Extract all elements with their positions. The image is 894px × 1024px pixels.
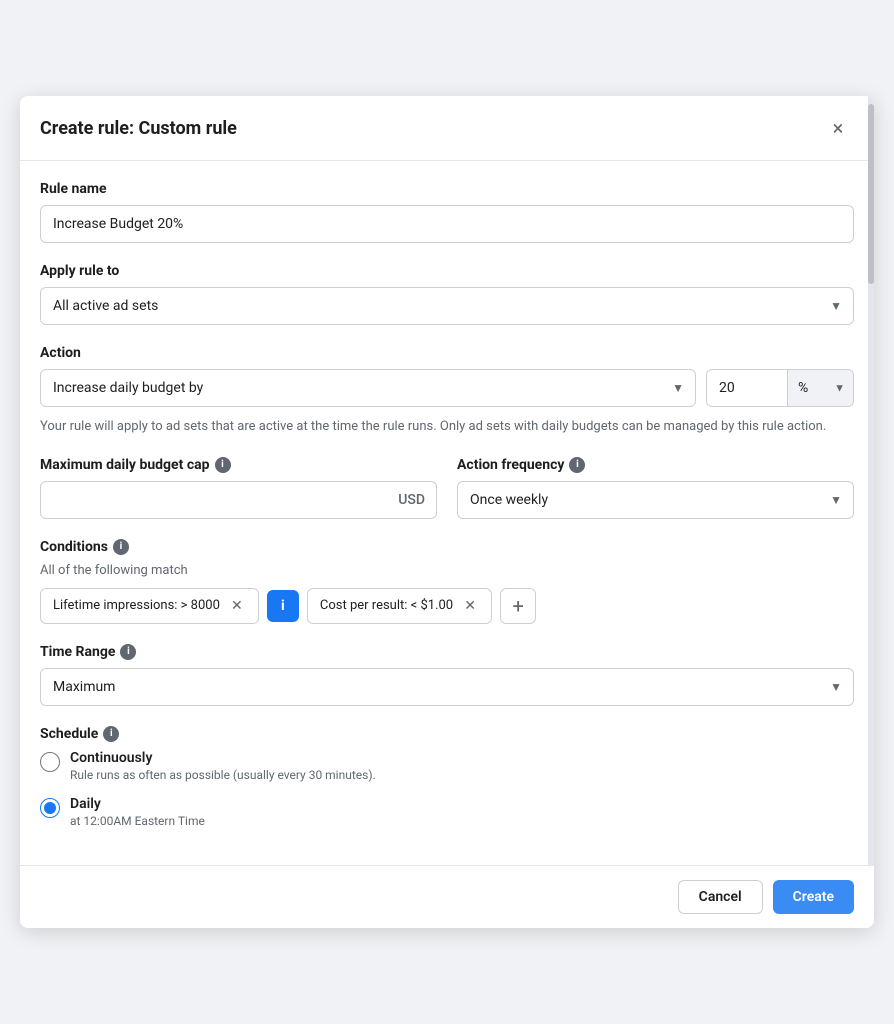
scrollbar-track: [868, 96, 874, 928]
modal-container: Create rule: Custom rule × Rule name App…: [20, 96, 874, 928]
modal-header: Create rule: Custom rule ×: [20, 96, 874, 161]
apply-rule-section: Apply rule to All active ad sets All act…: [40, 263, 854, 325]
action-type-select[interactable]: Increase daily budget by Decrease daily …: [40, 369, 696, 407]
condition-2-text: Cost per result: < $1.00: [320, 598, 453, 613]
modal-body: Rule name Apply rule to All active ad se…: [20, 161, 874, 928]
schedule-continuously-title: Continuously: [70, 750, 376, 766]
schedule-section: Schedule i Continuously Rule runs as oft…: [40, 726, 854, 828]
apply-rule-select-wrapper: All active ad sets All active campaigns …: [40, 287, 854, 325]
currency-label: USD: [398, 492, 425, 508]
action-type-wrapper: Increase daily budget by Decrease daily …: [40, 369, 696, 407]
action-info-text: Your rule will apply to ad sets that are…: [40, 417, 854, 437]
apply-rule-label: Apply rule to: [40, 263, 854, 279]
schedule-continuously-label: Continuously Rule runs as often as possi…: [70, 750, 376, 782]
rule-name-label: Rule name: [40, 181, 854, 197]
schedule-daily-subtitle: at 12:00AM Eastern Time: [70, 814, 205, 828]
conditions-subtitle: All of the following match: [40, 563, 854, 578]
schedule-daily-label: Daily at 12:00AM Eastern Time: [70, 796, 205, 828]
create-button[interactable]: Create: [773, 880, 854, 914]
conditions-info-icon[interactable]: i: [113, 539, 129, 555]
schedule-daily-option[interactable]: Daily at 12:00AM Eastern Time: [40, 796, 854, 828]
budget-cap-input-wrapper: USD: [40, 481, 437, 519]
condition-2-pill: Cost per result: < $1.00 ✕: [307, 588, 492, 624]
schedule-options: Continuously Rule runs as often as possi…: [40, 750, 854, 828]
action-unit-wrapper: % USD ▼: [787, 370, 853, 406]
budget-cap-info-icon[interactable]: i: [215, 457, 231, 473]
apply-rule-select[interactable]: All active ad sets All active campaigns …: [40, 287, 854, 325]
condition-1-text: Lifetime impressions: > 8000: [53, 598, 220, 613]
cancel-button[interactable]: Cancel: [678, 880, 763, 914]
conditions-row: Lifetime impressions: > 8000 ✕ i Cost pe…: [40, 588, 854, 624]
condition-2-remove-button[interactable]: ✕: [461, 597, 479, 615]
action-frequency-info-icon[interactable]: i: [569, 457, 585, 473]
schedule-daily-radio[interactable]: [40, 798, 60, 818]
schedule-label: Schedule i: [40, 726, 854, 742]
time-range-info-icon[interactable]: i: [120, 644, 136, 660]
action-unit-select[interactable]: % USD: [788, 370, 853, 406]
budget-cap-section: Maximum daily budget cap i USD: [40, 457, 437, 519]
add-condition-button[interactable]: +: [500, 588, 536, 624]
action-section: Action Increase daily budget by Decrease…: [40, 345, 854, 437]
scrollbar-thumb: [868, 104, 874, 284]
modal-title: Create rule: Custom rule: [40, 118, 237, 139]
action-frequency-label: Action frequency i: [457, 457, 854, 473]
action-frequency-select-wrapper: Once weekly Daily Once ▼: [457, 481, 854, 519]
action-frequency-section: Action frequency i Once weekly Daily Onc…: [457, 457, 854, 519]
condition-1-remove-button[interactable]: ✕: [228, 597, 246, 615]
action-frequency-select[interactable]: Once weekly Daily Once: [457, 481, 854, 519]
conditions-label: Conditions i: [40, 539, 854, 555]
schedule-continuously-radio[interactable]: [40, 752, 60, 772]
rule-name-input[interactable]: [40, 205, 854, 243]
schedule-continuously-subtitle: Rule runs as often as possible (usually …: [70, 768, 376, 782]
time-range-select-wrapper: Maximum Today Last 7 days Last 14 days L…: [40, 668, 854, 706]
rule-name-section: Rule name: [40, 181, 854, 243]
action-value-wrapper: % USD ▼: [706, 369, 854, 407]
time-range-label: Time Range i: [40, 644, 854, 660]
schedule-info-icon[interactable]: i: [103, 726, 119, 742]
budget-frequency-row: Maximum daily budget cap i USD Action fr…: [40, 457, 854, 519]
time-range-section: Time Range i Maximum Today Last 7 days L…: [40, 644, 854, 706]
condition-1-pill: Lifetime impressions: > 8000 ✕: [40, 588, 259, 624]
budget-cap-label: Maximum daily budget cap i: [40, 457, 437, 473]
modal-footer: Cancel Create: [20, 865, 874, 928]
conditions-section: Conditions i All of the following match …: [40, 539, 854, 624]
close-button[interactable]: ×: [822, 112, 854, 144]
action-row: Increase daily budget by Decrease daily …: [40, 369, 854, 407]
budget-cap-input[interactable]: [40, 481, 437, 519]
conditions-info-button[interactable]: i: [267, 590, 299, 622]
action-label: Action: [40, 345, 854, 361]
time-range-select[interactable]: Maximum Today Last 7 days Last 14 days L…: [40, 668, 854, 706]
schedule-continuously-option[interactable]: Continuously Rule runs as often as possi…: [40, 750, 854, 782]
schedule-daily-title: Daily: [70, 796, 205, 812]
action-value-input[interactable]: [707, 370, 787, 406]
